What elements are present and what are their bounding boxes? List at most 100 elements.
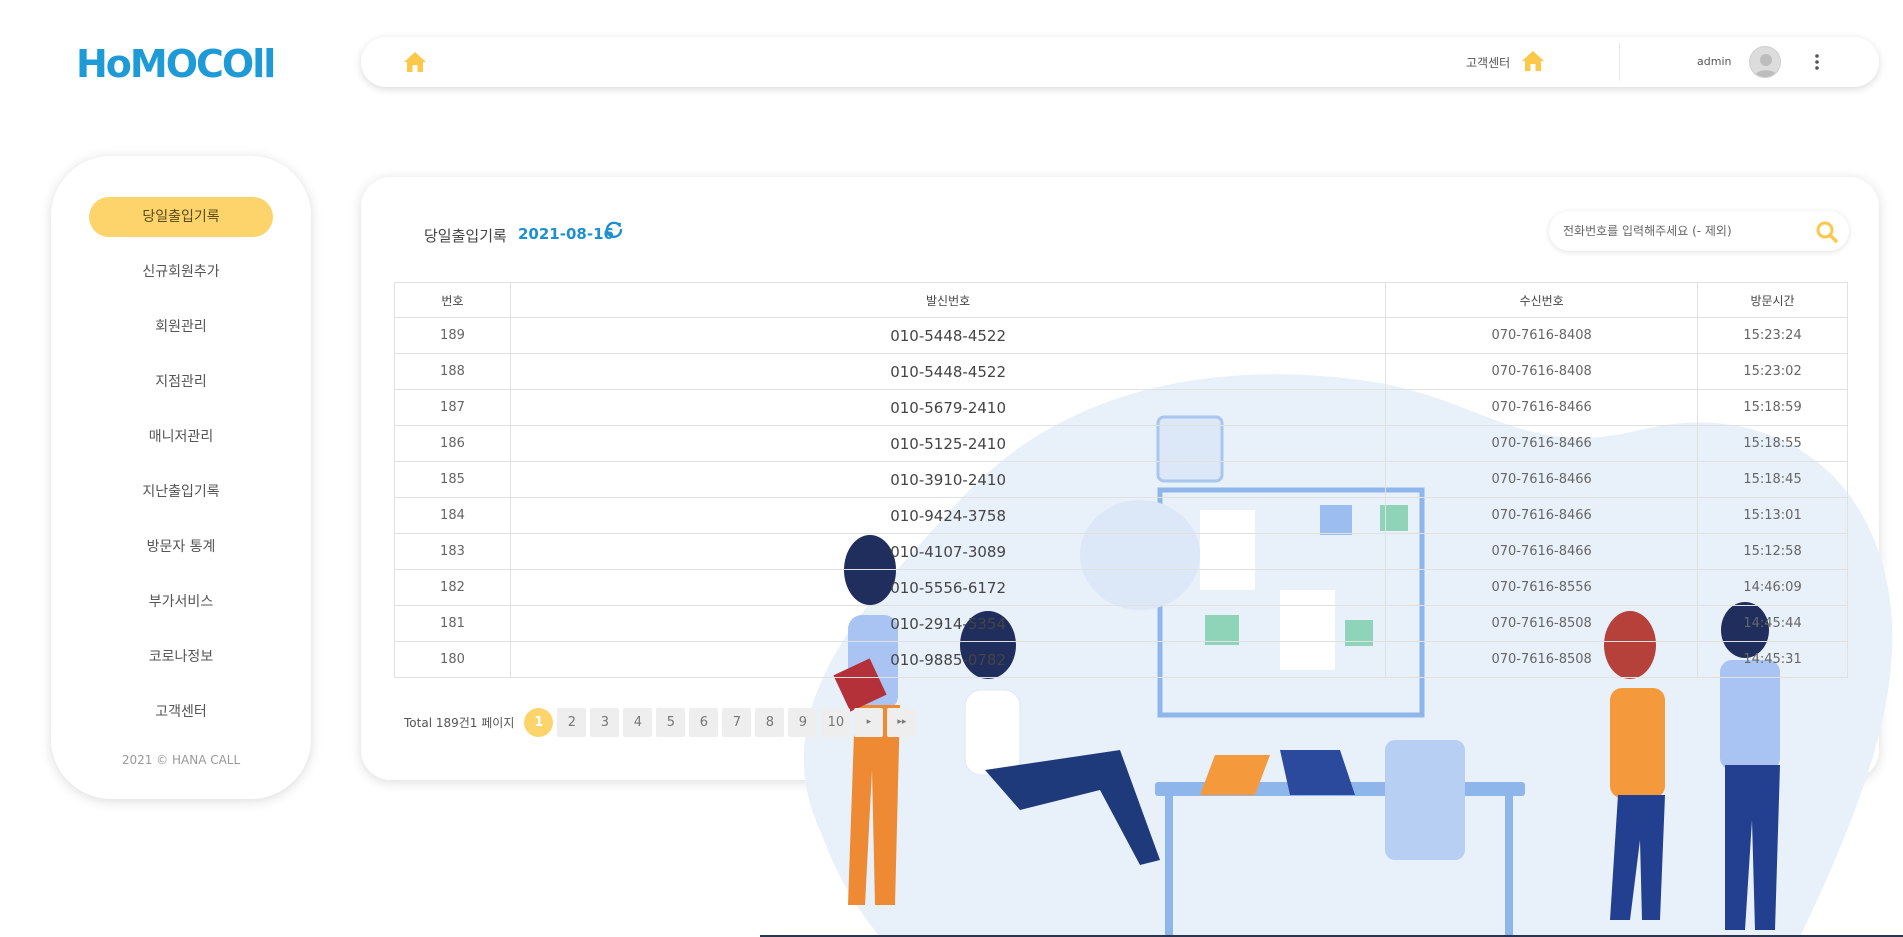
search-box <box>1549 211 1849 251</box>
current-date: 2021-08-16 <box>518 225 614 243</box>
page-3-button[interactable]: 3 <box>590 707 620 737</box>
cell-time: 15:18:59 <box>1697 389 1848 426</box>
cell-receiver: 070-7616-8408 <box>1385 353 1699 390</box>
cell-number: 181 <box>394 605 511 642</box>
table-row: 184 010-9424-3758 070-7616-8466 15:13:01 <box>394 497 1848 534</box>
sidebar-item-add-member[interactable]: 신규회원추가 <box>89 252 273 292</box>
avatar[interactable] <box>1749 46 1781 78</box>
cell-receiver: 070-7616-8508 <box>1385 605 1699 642</box>
user-name[interactable]: admin <box>1697 55 1731 68</box>
today-entries-panel: 당일출입기록 2021-08-16 번호 발신번호 수신번호 방문시간 189 … <box>361 177 1879 780</box>
cell-number: 189 <box>394 317 511 354</box>
last-page-button[interactable]: ▸▸ <box>887 707 917 737</box>
sidebar-item-manager-management[interactable]: 매니저관리 <box>89 417 273 457</box>
cell-time: 14:46:09 <box>1697 569 1848 606</box>
table-row: 189 010-5448-4522 070-7616-8408 15:23:24 <box>394 317 1848 354</box>
user-icon <box>1754 54 1778 77</box>
hanacall-logo[interactable]: HoMOCOll <box>76 44 286 84</box>
cell-number: 186 <box>394 425 511 462</box>
cell-time: 15:13:01 <box>1697 497 1848 534</box>
page-5-button[interactable]: 5 <box>656 707 686 737</box>
cell-caller: 010-9885-0782 <box>509 641 1387 678</box>
table-row: 182 010-5556-6172 070-7616-8556 14:46:09 <box>394 569 1848 606</box>
sidebar-item-customer-center[interactable]: 고객센터 <box>89 692 273 732</box>
cell-receiver: 070-7616-8556 <box>1385 569 1699 606</box>
page-title: 당일출입기록 <box>424 227 507 245</box>
cell-number: 188 <box>394 353 511 390</box>
cell-caller: 010-5679-2410 <box>509 389 1387 426</box>
page-8-button[interactable]: 8 <box>755 707 785 737</box>
customer-center-home-icon[interactable] <box>1521 50 1545 72</box>
sidebar-item-today-entries[interactable]: 당일출입기록 <box>89 197 273 237</box>
home-icon[interactable] <box>403 51 427 73</box>
logo-text: HoMOCOll <box>76 42 276 86</box>
cell-receiver: 070-7616-8466 <box>1385 497 1699 534</box>
cell-receiver: 070-7616-8466 <box>1385 461 1699 498</box>
table-row: 181 010-2914-5354 070-7616-8508 14:45:44 <box>394 605 1848 642</box>
table-row: 183 010-4107-3089 070-7616-8466 15:12:58 <box>394 533 1848 570</box>
topbar-divider <box>1619 43 1620 81</box>
table-row: 187 010-5679-2410 070-7616-8466 15:18:59 <box>394 389 1848 426</box>
cell-number: 180 <box>394 641 511 678</box>
sidebar: 당일출입기록 신규회원추가 회원관리 지점관리 매니저관리 지난출입기록 방문자… <box>51 156 311 799</box>
page-6-button[interactable]: 6 <box>689 707 719 737</box>
table-row: 186 010-5125-2410 070-7616-8466 15:18:55 <box>394 425 1848 462</box>
cell-number: 185 <box>394 461 511 498</box>
cell-time: 14:45:44 <box>1697 605 1848 642</box>
cell-time: 15:23:02 <box>1697 353 1848 390</box>
page-7-button[interactable]: 7 <box>722 707 752 737</box>
copyright: 2021 © HANA CALL <box>121 753 241 767</box>
sidebar-item-past-entries[interactable]: 지난출입기록 <box>89 472 273 512</box>
header-receiver-number: 수신번호 <box>1385 282 1699 318</box>
cell-receiver: 070-7616-8408 <box>1385 317 1699 354</box>
pagination: Total 189건1 페이지 1 2 3 4 5 6 7 8 9 10 ▸ ▸… <box>404 707 920 737</box>
cell-receiver: 070-7616-8466 <box>1385 425 1699 462</box>
cell-caller: 010-4107-3089 <box>509 533 1387 570</box>
table-row: 180 010-9885-0782 070-7616-8508 14:45:31 <box>394 641 1848 678</box>
top-bar: 고객센터 admin <box>361 37 1879 87</box>
search-icon[interactable] <box>1815 220 1839 244</box>
sidebar-item-member-management[interactable]: 회원관리 <box>89 307 273 347</box>
cell-number: 184 <box>394 497 511 534</box>
sidebar-item-extra-services[interactable]: 부가서비스 <box>89 582 273 622</box>
total-count: Total 189건1 페이지 <box>404 715 515 730</box>
kebab-menu-icon[interactable] <box>1813 52 1821 72</box>
table-row: 185 010-3910-2410 070-7616-8466 15:18:45 <box>394 461 1848 498</box>
table-row: 188 010-5448-4522 070-7616-8408 15:23:02 <box>394 353 1848 390</box>
cell-time: 15:12:58 <box>1697 533 1848 570</box>
sidebar-item-branch-management[interactable]: 지점관리 <box>89 362 273 402</box>
cell-caller: 010-5556-6172 <box>509 569 1387 606</box>
page-1-button[interactable]: 1 <box>524 707 554 737</box>
cell-time: 15:18:55 <box>1697 425 1848 462</box>
cell-receiver: 070-7616-8508 <box>1385 641 1699 678</box>
refresh-icon[interactable] <box>604 220 624 240</box>
cell-caller: 010-3910-2410 <box>509 461 1387 498</box>
cell-time: 15:18:45 <box>1697 461 1848 498</box>
cell-caller: 010-5125-2410 <box>509 425 1387 462</box>
header-caller-number: 발신번호 <box>509 282 1387 318</box>
cell-time: 15:23:24 <box>1697 317 1848 354</box>
header-number: 번호 <box>394 282 511 318</box>
cell-receiver: 070-7616-8466 <box>1385 389 1699 426</box>
page-10-button[interactable]: 10 <box>821 707 851 737</box>
phone-search-input[interactable] <box>1563 219 1803 243</box>
cell-caller: 010-9424-3758 <box>509 497 1387 534</box>
table-header-row: 번호 발신번호 수신번호 방문시간 <box>394 282 1848 318</box>
cell-caller: 010-5448-4522 <box>509 353 1387 390</box>
cell-time: 14:45:31 <box>1697 641 1848 678</box>
sidebar-item-corona-info[interactable]: 코로나정보 <box>89 637 273 677</box>
header-visit-time: 방문시간 <box>1697 282 1848 318</box>
cell-number: 183 <box>394 533 511 570</box>
cell-number: 187 <box>394 389 511 426</box>
sidebar-item-visitor-stats[interactable]: 방문자 통계 <box>89 527 273 567</box>
cell-caller: 010-5448-4522 <box>509 317 1387 354</box>
entries-table: 번호 발신번호 수신번호 방문시간 189 010-5448-4522 070-… <box>394 282 1848 678</box>
customer-center-link[interactable]: 고객센터 <box>1466 54 1510 71</box>
cell-receiver: 070-7616-8466 <box>1385 533 1699 570</box>
next-page-button[interactable]: ▸ <box>854 707 884 737</box>
page-9-button[interactable]: 9 <box>788 707 818 737</box>
page-2-button[interactable]: 2 <box>557 707 587 737</box>
cell-number: 182 <box>394 569 511 606</box>
page-4-button[interactable]: 4 <box>623 707 653 737</box>
cell-caller: 010-2914-5354 <box>509 605 1387 642</box>
